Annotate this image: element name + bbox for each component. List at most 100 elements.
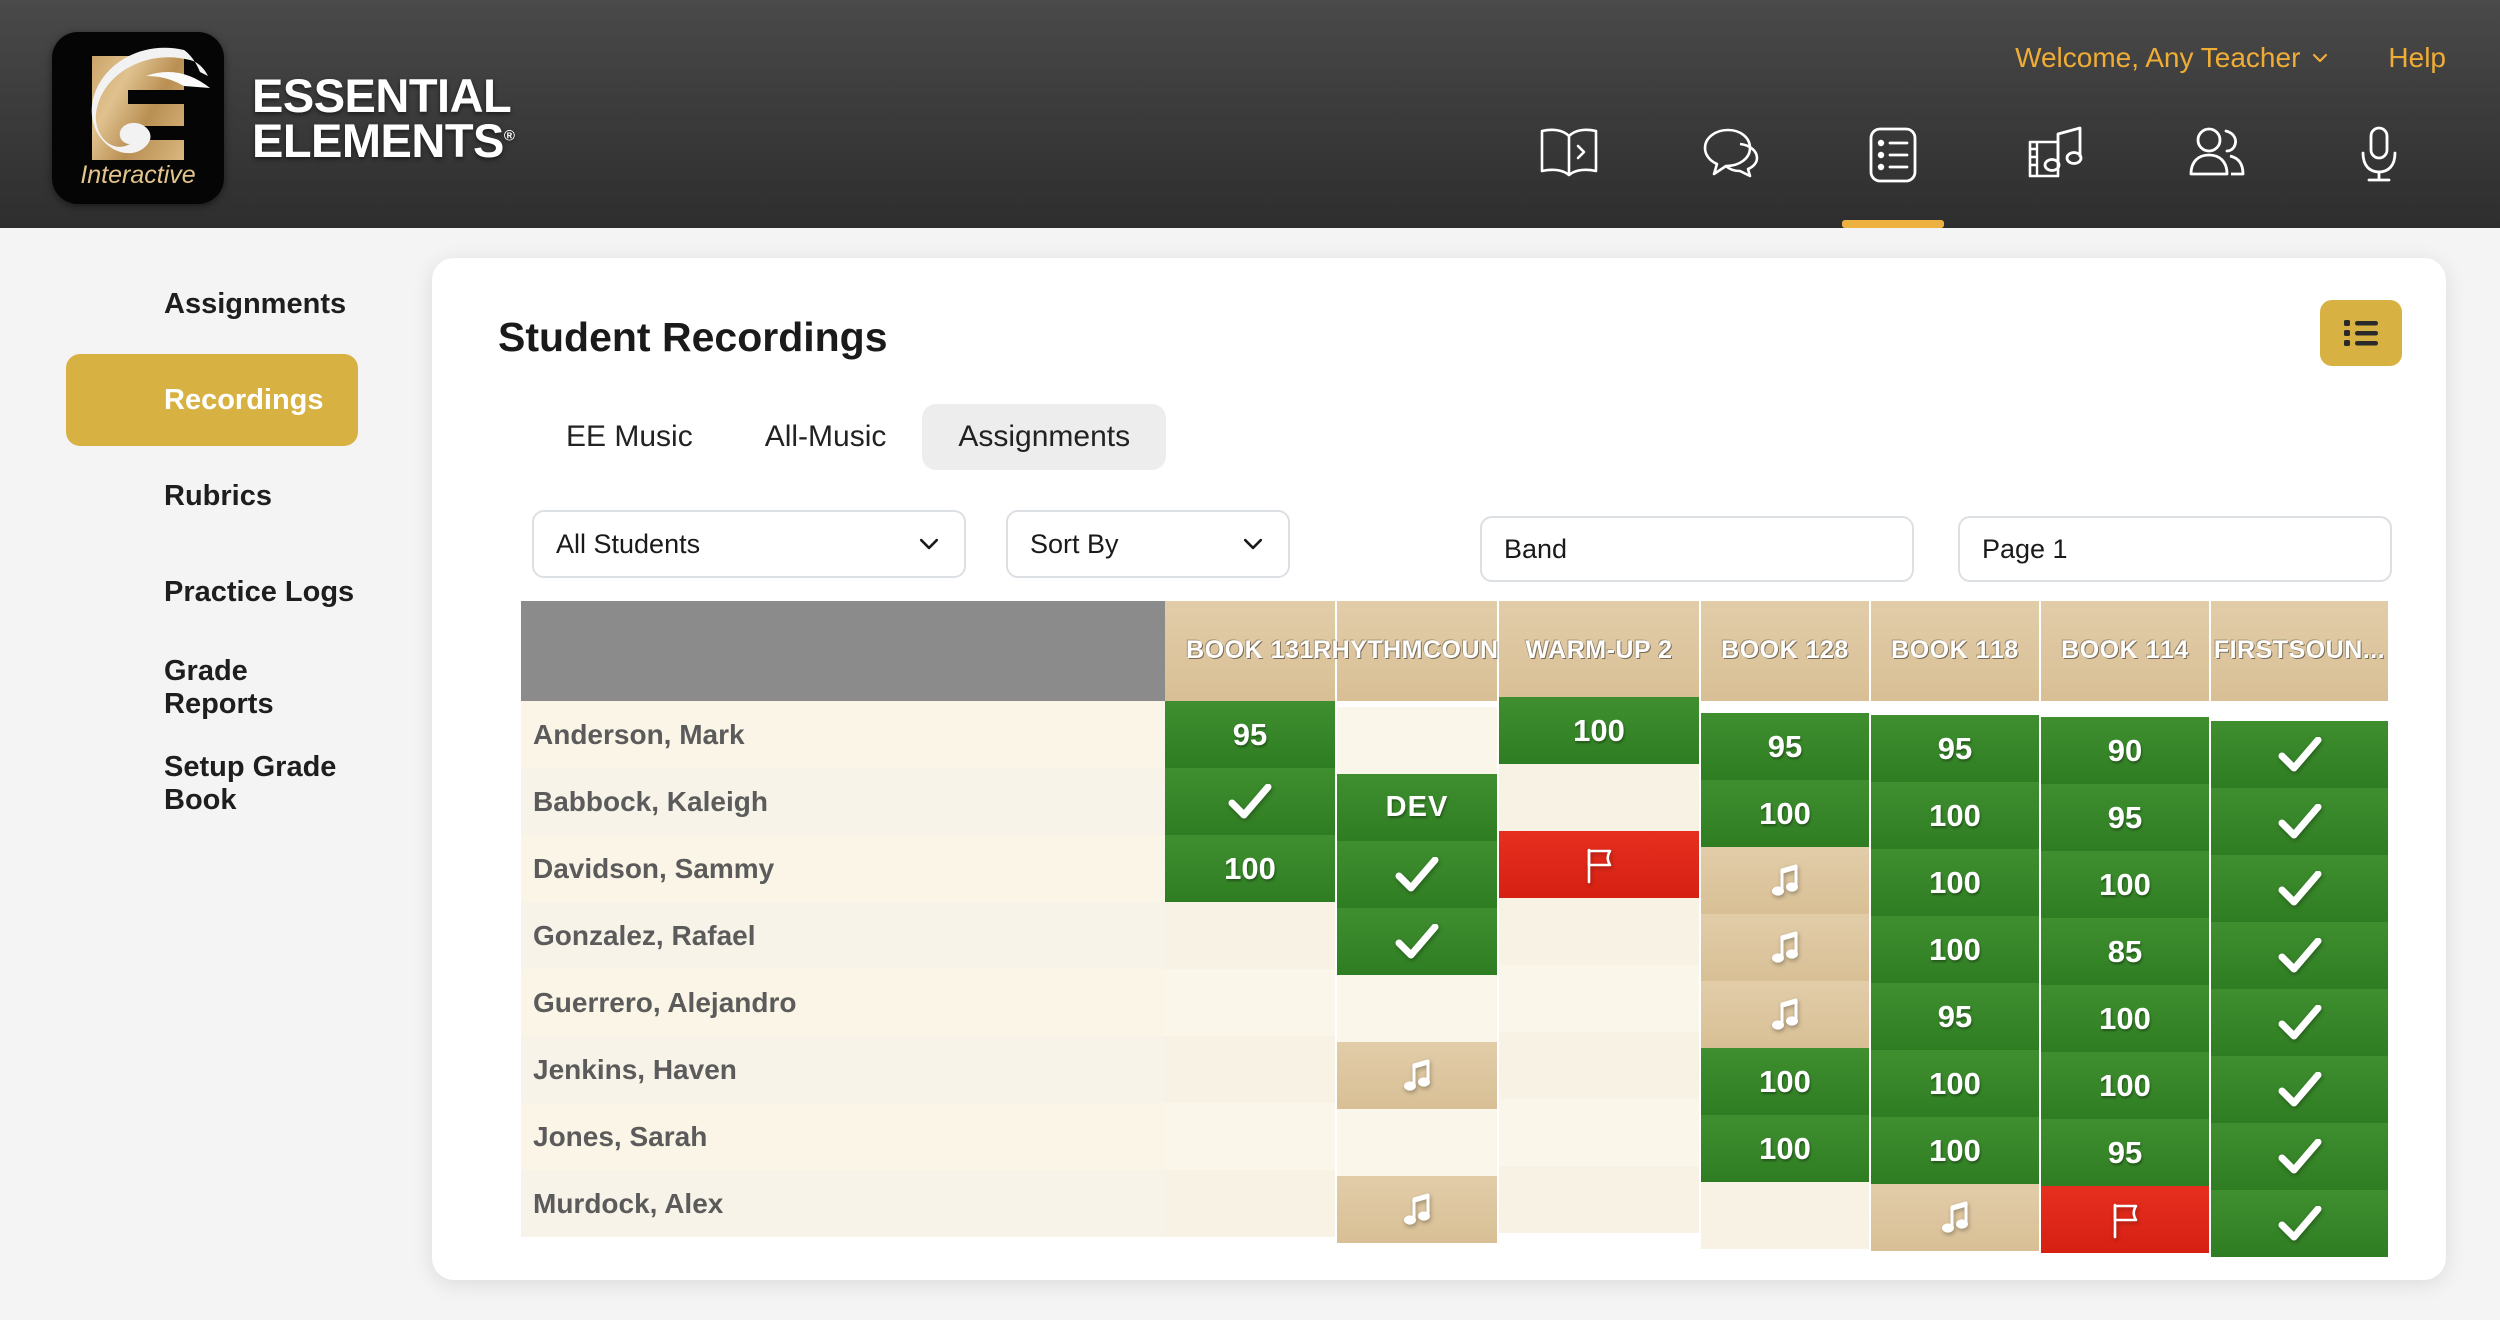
- grade-cell-music[interactable]: [1871, 1184, 2041, 1251]
- grade-cell-value: 100: [1759, 795, 1811, 831]
- grade-cell-score[interactable]: 95: [1871, 715, 2041, 782]
- student-name: Jones, Sarah: [533, 1120, 708, 1152]
- table-row[interactable]: Guerrero, Alejandro: [521, 969, 1165, 1036]
- grade-cell-dev[interactable]: DEV: [1337, 774, 1499, 841]
- band-field[interactable]: Band: [1480, 516, 1914, 582]
- list-view-toggle-button[interactable]: [2320, 300, 2402, 366]
- grade-cell-music[interactable]: [1701, 981, 1871, 1048]
- logo-word-essential: ESSENTIAL: [252, 68, 512, 122]
- column-header[interactable]: RHYTHM COUN...: [1313, 601, 1520, 701]
- grade-cell-music[interactable]: [1701, 914, 1871, 981]
- grade-cell-value: 100: [1929, 931, 1981, 967]
- sidebar-item-assignments[interactable]: Assignments: [66, 258, 358, 350]
- grade-cell-flag[interactable]: [1499, 831, 1701, 898]
- table-row[interactable]: Davidson, Sammy: [521, 835, 1165, 902]
- sidebar-item-rubrics[interactable]: Rubrics: [66, 450, 358, 542]
- grade-cell-check[interactable]: [1337, 908, 1499, 975]
- nav-item-assignments[interactable]: [1812, 110, 1974, 228]
- column-header-line: BOOK 1: [1721, 636, 1821, 665]
- sidebar-item-practice-logs[interactable]: Practice Logs: [66, 546, 358, 638]
- column-header-line: 14: [2160, 636, 2189, 665]
- grade-cell-score[interactable]: 100: [1701, 1115, 1871, 1182]
- table-row[interactable]: Babbock, Kaleigh: [521, 768, 1165, 835]
- nav-item-music[interactable]: [1974, 110, 2136, 228]
- nav-item-book[interactable]: [1488, 110, 1650, 228]
- grade-cell-check[interactable]: [2211, 788, 2390, 855]
- grade-cell-score[interactable]: 85: [2041, 918, 2211, 985]
- grade-cell-score[interactable]: 100: [2041, 985, 2211, 1052]
- column-header[interactable]: BOOK 1 14: [2041, 601, 2211, 701]
- grade-cell-score[interactable]: 95: [2041, 784, 2211, 851]
- sidebar-item-recordings[interactable]: Recordings: [66, 354, 358, 446]
- tab-all-music[interactable]: All-Music: [729, 404, 923, 470]
- column-header[interactable]: FIRST SOUN...: [2211, 601, 2390, 701]
- grade-cell-score[interactable]: 95: [2041, 1119, 2211, 1186]
- tab-ee-music[interactable]: EE Music: [530, 404, 729, 470]
- grade-cell-score[interactable]: 90: [2041, 717, 2211, 784]
- column-header[interactable]: WARM-UP 2: [1499, 601, 1701, 701]
- page-field[interactable]: Page 1: [1958, 516, 2392, 582]
- grade-cell-check[interactable]: [2211, 1123, 2390, 1190]
- column-header[interactable]: BOOK 1 31: [1165, 601, 1337, 701]
- grade-cell-score[interactable]: 100: [2041, 851, 2211, 918]
- column-header[interactable]: BOOK 1 28: [1701, 601, 1871, 701]
- column-header-line: BOOK 1: [1186, 636, 1286, 665]
- primary-nav: [1488, 110, 2460, 228]
- microphone-icon: [2361, 126, 2397, 182]
- tab-assignments[interactable]: Assignments: [922, 404, 1167, 470]
- grade-cell-check[interactable]: [2211, 989, 2390, 1056]
- grade-cell-value: 100: [1759, 1063, 1811, 1099]
- grade-cell-score[interactable]: 100: [1499, 697, 1701, 764]
- grade-cell-score[interactable]: 100: [1871, 849, 2041, 916]
- grade-cell-flag[interactable]: [2041, 1186, 2211, 1253]
- sidebar-item-setup-grade-book[interactable]: Setup Grade Book: [66, 738, 358, 830]
- grade-cell-music[interactable]: [1337, 1042, 1499, 1109]
- nav-item-students[interactable]: [2136, 110, 2298, 228]
- student-name: Murdock, Alex: [533, 1187, 724, 1219]
- table-row[interactable]: Jones, Sarah: [521, 1103, 1165, 1170]
- grade-cell-check[interactable]: [1165, 768, 1337, 835]
- table-row[interactable]: Murdock, Alex: [521, 1170, 1165, 1237]
- welcome-menu-button[interactable]: Welcome, Any Teacher: [2015, 42, 2330, 74]
- chevron-down-icon: [1243, 538, 1263, 550]
- table-row[interactable]: Gonzalez, Rafael: [521, 902, 1165, 969]
- grade-cell-score[interactable]: 100: [2041, 1052, 2211, 1119]
- nav-item-microphone[interactable]: [2298, 110, 2460, 228]
- grade-cell-check[interactable]: [2211, 922, 2390, 989]
- sheet-music-icon: [2028, 126, 2083, 178]
- check-icon: [1395, 923, 1439, 958]
- grade-cell-check[interactable]: [2211, 1190, 2390, 1257]
- brand-logo[interactable]: Interactive ESSENTIAL ELEMENTS®: [52, 32, 515, 204]
- grade-cell-score[interactable]: 100: [1871, 782, 2041, 849]
- grade-cell-check[interactable]: [1337, 841, 1499, 908]
- grade-cell-music[interactable]: [1701, 847, 1871, 914]
- help-link[interactable]: Help: [2388, 42, 2446, 74]
- sidebar-item-grade-reports[interactable]: Grade Reports: [66, 642, 358, 734]
- table-row[interactable]: Anderson, Mark: [521, 701, 1165, 768]
- grade-cell-score[interactable]: 95: [1165, 701, 1337, 768]
- grade-cell-score[interactable]: 95: [1701, 713, 1871, 780]
- grade-cell-value: 100: [1759, 1130, 1811, 1166]
- students-filter-select[interactable]: All Students: [532, 510, 966, 578]
- grade-cell-check[interactable]: [2211, 855, 2390, 922]
- nav-underline: [1518, 220, 1620, 228]
- grade-cell-score[interactable]: 100: [1165, 835, 1337, 902]
- column-header-line: FIRST: [2213, 636, 2289, 665]
- grade-cell-check[interactable]: [2211, 1056, 2390, 1123]
- grade-cell-score[interactable]: 95: [1871, 983, 2041, 1050]
- recordings-tabs: EE Music All-Music Assignments: [530, 404, 1167, 470]
- column-header[interactable]: BOOK 1 18: [1871, 601, 2041, 701]
- grade-cell-music[interactable]: [1337, 1176, 1499, 1243]
- grade-cell-score[interactable]: 100: [1701, 1048, 1871, 1115]
- grade-cell-score[interactable]: 100: [1701, 780, 1871, 847]
- grade-cell-check[interactable]: [2211, 721, 2390, 788]
- grade-cell-score[interactable]: 100: [1871, 1117, 2041, 1184]
- check-icon: [2278, 803, 2321, 838]
- grade-cell-score[interactable]: 100: [1871, 1050, 2041, 1117]
- grade-cell-score[interactable]: 100: [1871, 916, 2041, 983]
- sort-by-select[interactable]: Sort By: [1006, 510, 1290, 578]
- nav-item-messages[interactable]: [1650, 110, 1812, 228]
- table-row[interactable]: Jenkins, Haven: [521, 1036, 1165, 1103]
- check-icon: [2278, 937, 2321, 972]
- grade-cell-empty: [1165, 1103, 1337, 1170]
